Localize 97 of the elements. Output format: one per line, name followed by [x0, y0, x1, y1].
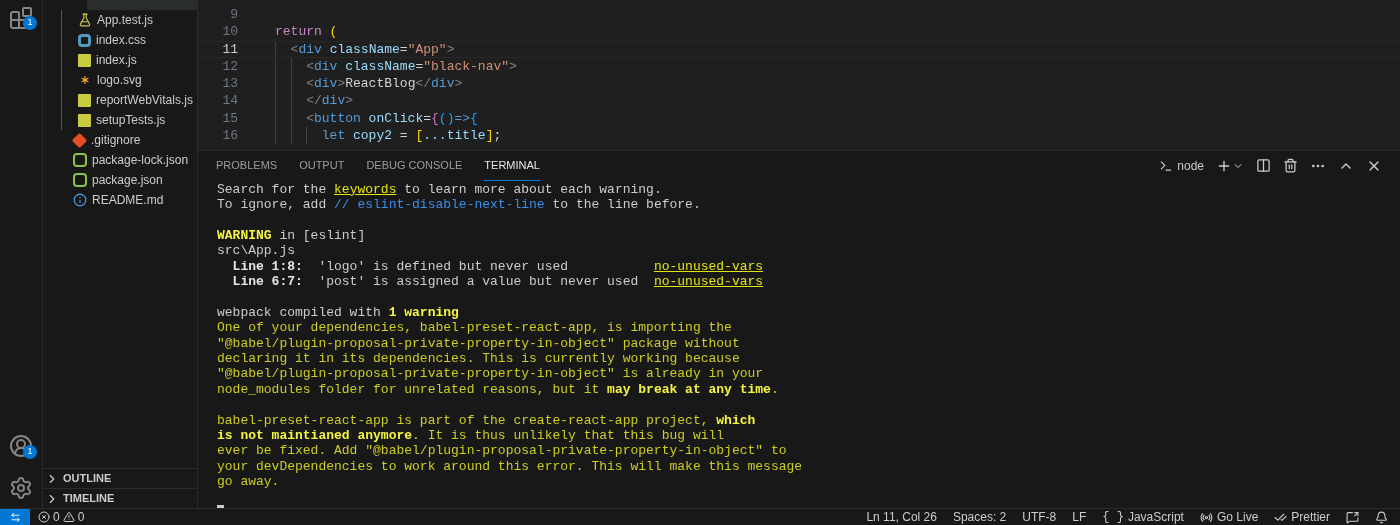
terminal-line: Search for the keywords to learn more about each warning. — [217, 181, 663, 197]
file-name: logo.svg — [97, 72, 142, 89]
terminal-line: go away. — [217, 474, 281, 490]
file-item[interactable]: App.test.js — [61, 10, 197, 30]
remote-button[interactable] — [0, 509, 30, 525]
account-icon — [9, 434, 33, 458]
file-name: index.js — [96, 52, 137, 69]
sidebar-section-header[interactable]: OUTLINE — [43, 468, 197, 488]
terminal-line: "@babel/plugin-proposal-private-property-in-object" package without — [217, 335, 741, 351]
notification-badge: 1 — [23, 16, 37, 30]
js-file-icon — [78, 113, 91, 127]
terminal-line: declaring it in its dependencies. This is currently working because — [217, 350, 741, 367]
file-name: .gitignore — [91, 132, 141, 149]
code-line: <div className="App"> — [290, 40, 455, 59]
terminal-line: To ignore, add // eslint-disable-next-line to the line before. — [217, 196, 702, 213]
terminal-line: WARNING in [eslint] — [217, 227, 367, 244]
extensions-button[interactable]: 1 — [9, 6, 33, 30]
file-name: reportWebVitals.js — [96, 92, 193, 109]
hexagon-icon — [73, 153, 87, 167]
broadcast-icon — [1199, 510, 1213, 524]
notification-badge: 1 — [23, 445, 37, 459]
terminal-line: Line 6:7: 'post' is assigned a value but never used no-unused-vars — [231, 273, 765, 290]
line-number: 11 — [221, 40, 238, 59]
braces-icon: { } — [1102, 508, 1124, 525]
line-number: 15 — [221, 109, 238, 128]
css-file-icon — [78, 33, 91, 47]
status-item[interactable]: Go Live — [1199, 508, 1259, 525]
warning-count: 0 — [77, 509, 85, 525]
terminal-line: "@babel/plugin-proposal-private-property-in-object" is already in your — [217, 366, 765, 382]
remote-icon — [9, 511, 21, 523]
js-file-icon — [78, 53, 91, 67]
line-number: 16 — [221, 127, 238, 145]
split-icon[interactable] — [1256, 158, 1271, 174]
status-item[interactable]: Spaces: 2 — [952, 508, 1007, 525]
file-item[interactable]: .gitignore — [43, 130, 197, 150]
file-item[interactable]: reportWebVitals.js — [61, 90, 197, 110]
trash-icon[interactable] — [1283, 158, 1298, 174]
accounts-button[interactable]: 1 — [9, 434, 33, 458]
code-line: </div> — [306, 92, 353, 111]
file-item[interactable]: setupTests.js — [61, 110, 197, 130]
feedback-icon[interactable] — [1346, 510, 1359, 524]
file-name: package.json — [92, 172, 163, 189]
panel-tab[interactable]: PROBLEMS — [216, 151, 278, 181]
terminal-selector[interactable]: node — [1159, 156, 1204, 175]
file-name: index.css — [96, 32, 147, 49]
code-line: let copy2 = [...title]; — [321, 127, 502, 145]
warning-icon — [62, 511, 75, 523]
line-number: 10 — [221, 23, 238, 42]
status-item[interactable]: UTF-8 — [1022, 508, 1057, 525]
file-name: App.test.js — [97, 12, 154, 29]
terminal-line: your devDependencies to work around this error. This will make this message — [217, 458, 804, 475]
status-item[interactable]: Ln 11, Col 26 — [866, 508, 937, 525]
problems-button[interactable]: 0 0 — [38, 508, 85, 525]
hexagon-icon — [73, 173, 87, 187]
js-file-icon — [78, 93, 91, 107]
status-item[interactable]: Prettier — [1274, 508, 1330, 525]
terminal-line: src\App.js — [217, 243, 296, 259]
terminal-line: ever be fixed. Add "@babel/plugin-proposal-private-property-in-object" to — [217, 443, 788, 459]
file-item[interactable]: index.js — [61, 50, 197, 70]
code-line: <button onClick={()=>{ — [306, 109, 478, 128]
file-name: setupTests.js — [96, 112, 166, 129]
section-title: OUTLINE — [63, 471, 112, 487]
terminal-line: Line 1:8: 'logo' is defined but never used no-unused-vars — [231, 258, 765, 274]
terminal-icon — [1159, 158, 1174, 173]
file-item[interactable]: package.json — [43, 170, 197, 190]
file-name: README.md — [92, 192, 164, 209]
line-number: 12 — [221, 57, 238, 76]
code-line: <div>ReactBlog</div> — [306, 75, 463, 94]
line-number: 13 — [221, 75, 238, 94]
bell-icon[interactable] — [1375, 510, 1388, 524]
status-item[interactable]: LF — [1072, 508, 1087, 525]
code-line: return ( — [275, 23, 338, 42]
status-item[interactable]: { } JavaScript — [1102, 508, 1184, 525]
terminal-line: webpack compiled with 1 warning — [217, 304, 460, 321]
error-icon — [38, 511, 50, 523]
line-number: 14 — [221, 92, 238, 111]
section-title: TIMELINE — [63, 491, 115, 507]
asterisk-icon — [78, 73, 92, 87]
terminal-line: is not maintianed anymore. It is thus unlikely that this bug will — [217, 427, 726, 444]
terminal-line: node_modules folder for unrelated reasons, but it may break at any time. — [217, 381, 780, 398]
file-item[interactable]: logo.svg — [61, 70, 197, 90]
file-item[interactable]: index.css — [61, 30, 197, 50]
line-number: 9 — [229, 5, 238, 24]
terminal-line: babel-preset-react-app is part of the create-react-app project, which — [217, 412, 757, 428]
file-item[interactable]: package-lock.json — [43, 150, 197, 170]
panel-tab[interactable]: OUTPUT — [299, 151, 345, 181]
file-name: package-lock.json — [92, 152, 189, 169]
file-item[interactable]: README.md — [43, 190, 197, 210]
terminal-line: One of your dependencies, babel-preset-react-app, is importing the — [217, 320, 733, 336]
extensions-icon — [9, 6, 33, 30]
info-icon — [73, 193, 87, 207]
error-count: 0 — [53, 509, 60, 525]
panel-tab[interactable]: TERMINAL — [484, 151, 540, 181]
code-line: <div className="black-nav"> — [306, 57, 517, 76]
settings-icon[interactable] — [9, 476, 33, 500]
panel-tab[interactable]: DEBUG CONSOLE — [366, 151, 463, 181]
flask-icon — [78, 13, 92, 27]
